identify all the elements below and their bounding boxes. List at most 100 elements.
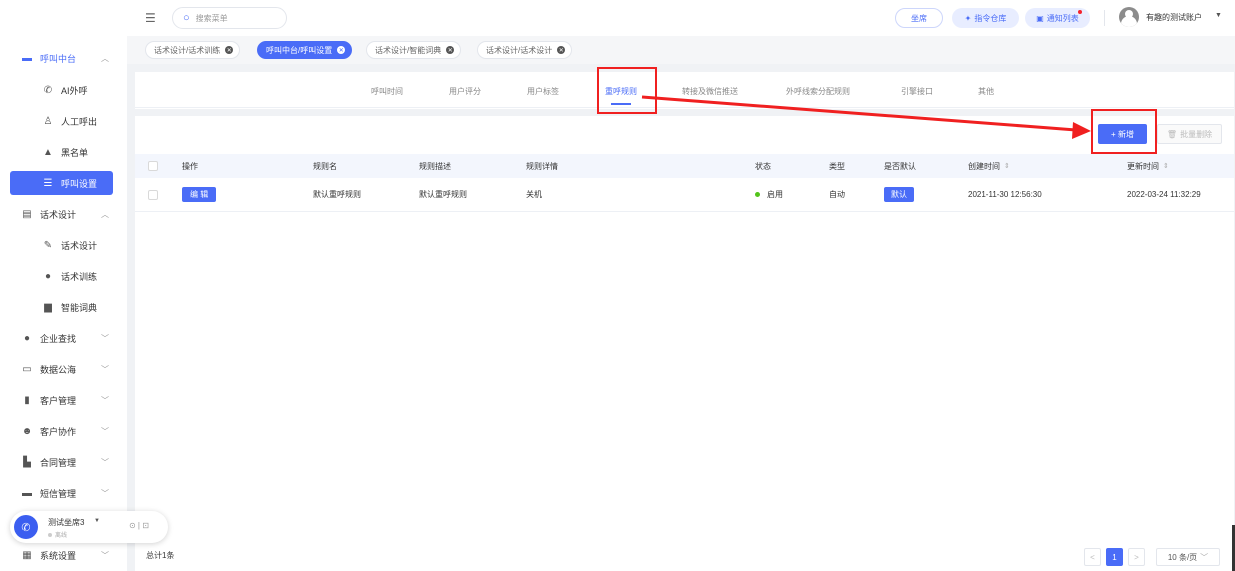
header-updated-cell[interactable]: 更新时间 ⇕ <box>1127 154 1169 178</box>
tab-transfer-wechat[interactable]: 转接及微信推送 <box>682 86 738 97</box>
avatar[interactable] <box>1119 7 1139 27</box>
page-1-button[interactable]: 1 <box>1106 548 1123 566</box>
tab-other[interactable]: 其他 <box>978 86 994 97</box>
created-time: 2021-11-30 12:56:30 <box>968 190 1042 199</box>
table-header: 操作 规则名 规则描述 规则详情 状态 类型 是否默认 创建时间 ⇕ 更新时间 … <box>135 154 1234 178</box>
header-desc: 规则描述 <box>419 161 451 171</box>
tag-label: 话术设计/话术训练 <box>154 45 221 55</box>
row-checkbox[interactable] <box>148 189 158 200</box>
phone-icon: ✆ <box>43 84 53 96</box>
sidebar-item-ai-call[interactable]: ✆ AI外呼 <box>0 78 127 102</box>
sidebar-item-label: 话术设计 <box>61 240 98 251</box>
sidebar-item-customer-mgmt[interactable]: ▮ 客户管理 ﹀ <box>0 388 127 412</box>
sidebar-item-call-center[interactable]: ▬ 呼叫中台 ︿ <box>0 46 127 70</box>
status-dot <box>48 532 52 537</box>
chevron-down-icon: ﹀ <box>101 364 109 374</box>
sidebar-item-system-settings[interactable]: ▦ 系统设置 ﹀ <box>0 543 127 567</box>
chevron-down-icon: ﹀ <box>101 457 109 467</box>
caret-down-icon[interactable]: ▼ <box>94 518 100 524</box>
sms-icon: ▬ <box>22 487 32 499</box>
prev-page-button[interactable]: < <box>1084 548 1101 566</box>
sidebar-item-label: 话术训练 <box>61 271 98 282</box>
tag-smart-dictionary[interactable]: 话术设计/智能词典 ✕ <box>366 41 462 59</box>
edit-button[interactable]: 编 辑 <box>182 187 217 202</box>
sidebar-item-script-design[interactable]: ▤ 话术设计 ︿ <box>0 202 127 226</box>
caret-down-icon[interactable]: ▼ <box>1215 12 1222 19</box>
search-placeholder: 搜索菜单 <box>195 13 228 23</box>
close-icon[interactable]: ✕ <box>337 46 346 54</box>
tab-engine-api[interactable]: 引擎接口 <box>901 86 933 97</box>
phone-icon[interactable]: ✆ <box>14 515 38 539</box>
sort-icon[interactable]: ⇕ <box>1004 162 1010 170</box>
updated-time: 2022-03-24 11:32:29 <box>1127 190 1201 199</box>
batch-delete-button[interactable]: 🗑 批量删除 <box>1157 124 1222 144</box>
trash-icon: 🗑 <box>1166 129 1178 139</box>
header-default: 是否默认 <box>884 161 916 171</box>
chevron-down-icon: ﹀ <box>101 395 109 405</box>
monitor-icon: ▬ <box>22 52 32 64</box>
sidebar-item-company-search[interactable]: ● 企业查找 ﹀ <box>0 326 127 350</box>
row-select-cell <box>148 178 158 211</box>
sidebar-item-script-design-sub[interactable]: ✎ 话术设计 <box>0 233 127 257</box>
header-created: 创建时间 <box>968 161 1000 171</box>
tag-label: 话术设计/话术设计 <box>486 45 553 55</box>
next-page-button[interactable]: > <box>1128 548 1145 566</box>
tab-lead-allocation[interactable]: 外呼线索分配规则 <box>786 86 850 97</box>
tags-bar: 话术设计/话术训练 ✕ 呼叫中台/呼叫设置 ✕ 话术设计/智能词典 ✕ 话术设计… <box>127 36 1235 64</box>
tag-call-settings[interactable]: 呼叫中台/呼叫设置 ✕ <box>257 41 353 59</box>
menu-collapse-icon[interactable]: ☰ <box>145 11 156 25</box>
seat-label: 坐席 <box>911 13 927 23</box>
sidebar-item-blacklist[interactable]: ▲ 黑名单 <box>0 140 127 164</box>
face-icon: ☻ <box>21 425 33 437</box>
header-created-cell[interactable]: 创建时间 ⇕ <box>968 154 1010 178</box>
phone-tools-icons[interactable]: ⊙ | ⊡ <box>129 521 149 530</box>
bot-icon: ● <box>44 270 52 282</box>
chevron-up-icon: ︿ <box>101 209 109 219</box>
sidebar-item-label: AI外呼 <box>61 85 88 96</box>
command-repo-button[interactable]: ✦ 指令仓库 <box>952 8 1019 28</box>
sidebar-item-label: 呼叫中台 <box>40 53 77 64</box>
chevron-right-icon: > <box>1134 552 1139 562</box>
seat-button[interactable]: 坐席 <box>895 8 943 28</box>
close-icon[interactable]: ✕ <box>557 46 566 54</box>
batch-delete-label: 批量删除 <box>1180 129 1213 139</box>
tab-call-time[interactable]: 呼叫时间 <box>371 86 403 97</box>
sidebar-item-label: 系统设置 <box>40 550 77 561</box>
default-cell: 默认 <box>884 178 914 211</box>
agent-name: 测试坐席3 <box>48 518 85 527</box>
sidebar-item-script-training[interactable]: ● 话术训练 <box>0 264 127 288</box>
chevron-down-icon: ﹀ <box>101 333 109 343</box>
rule-detail: 关机 <box>526 190 542 199</box>
tag-label: 话术设计/智能词典 <box>375 45 442 55</box>
notice-list-button[interactable]: ▣ 通知列表 <box>1025 8 1090 28</box>
agent-status-text: 离线 <box>55 533 68 539</box>
agent-icon: ♙ <box>43 115 53 127</box>
sidebar-item-label: 呼叫设置 <box>61 178 98 189</box>
sidebar-item-customer-collab[interactable]: ☻ 客户协作 ﹀ <box>0 419 127 443</box>
phone-widget[interactable]: ✆ 测试坐席3 ▼ 离线 ⊙ | ⊡ <box>10 511 168 543</box>
select-all-checkbox[interactable] <box>148 161 158 171</box>
rule-type: 自动 <box>829 190 845 199</box>
sidebar-item-call-settings[interactable]: ☰ 呼叫设置 <box>10 171 113 195</box>
chevron-down-icon: ﹀ <box>101 426 109 436</box>
sidebar-item-smart-dictionary[interactable]: ▆ 智能词典 <box>0 295 127 319</box>
sidebar-item-label: 短信管理 <box>40 488 77 499</box>
tag-script-design[interactable]: 话术设计/话术设计 ✕ <box>477 41 573 59</box>
sidebar-item-label: 客户协作 <box>40 426 77 437</box>
sidebar-item-data-pool[interactable]: ▭ 数据公海 ﹀ <box>0 357 127 381</box>
search-input[interactable]: ○ 搜索菜单 <box>172 7 287 29</box>
settings-tabs: 呼叫时间 用户评分 用户标签 重呼规则 转接及微信推送 外呼线索分配规则 引擎接… <box>135 72 1234 108</box>
close-icon[interactable]: ✕ <box>225 46 234 54</box>
sidebar-item-sms-mgmt[interactable]: ▬ 短信管理 ﹀ <box>0 481 127 505</box>
sort-icon[interactable]: ⇕ <box>1163 162 1169 170</box>
close-icon[interactable]: ✕ <box>446 46 455 54</box>
rule-name: 默认重呼规则 <box>313 190 361 199</box>
sidebar-item-contract-mgmt[interactable]: ▙ 合同管理 ﹀ <box>0 450 127 474</box>
sidebar-item-manual-call[interactable]: ♙ 人工呼出 <box>0 109 127 133</box>
tab-user-score[interactable]: 用户评分 <box>449 86 481 97</box>
account-name[interactable]: 有趣的测试账户 <box>1146 12 1202 23</box>
tag-script-training[interactable]: 话术设计/话术训练 ✕ <box>145 41 241 59</box>
page-size-select[interactable]: 10 条/页 ﹀ <box>1156 548 1220 566</box>
notice-icon: ▣ <box>1036 13 1044 23</box>
tab-user-tags[interactable]: 用户标签 <box>527 86 559 97</box>
